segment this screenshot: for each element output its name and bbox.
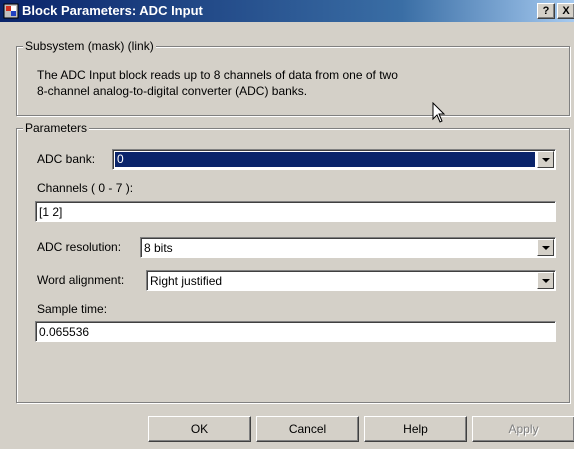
adc-resolution-value: 8 bits	[144, 241, 173, 255]
mouse-pointer-icon	[432, 102, 446, 123]
adc-resolution-select[interactable]: 8 bits	[140, 237, 556, 258]
adc-bank-value: 0	[115, 152, 535, 167]
parameters-legend: Parameters	[23, 121, 90, 135]
word-alignment-value: Right justified	[150, 274, 223, 288]
chevron-down-icon[interactable]	[537, 151, 554, 168]
chevron-down-icon[interactable]	[537, 239, 554, 256]
description-line-1: The ADC Input block reads up to 8 channe…	[37, 68, 398, 82]
word-alignment-select[interactable]: Right justified	[146, 270, 556, 291]
subsystem-legend: Subsystem (mask) (link)	[23, 39, 156, 53]
subsystem-group: Subsystem (mask) (link) The ADC Input bl…	[16, 39, 570, 116]
window-title: Block Parameters: ADC Input	[22, 3, 203, 18]
block-description: The ADC Input block reads up to 8 channe…	[37, 67, 398, 99]
title-bar[interactable]: Block Parameters: ADC Input ? X	[0, 0, 574, 22]
simulink-block-icon[interactable]	[3, 3, 19, 19]
ok-button[interactable]: OK	[148, 416, 251, 442]
cancel-button[interactable]: Cancel	[256, 416, 359, 442]
chevron-down-icon[interactable]	[537, 272, 554, 289]
sample-time-input[interactable]: 0.065536	[35, 321, 556, 342]
sample-time-label: Sample time:	[37, 302, 108, 316]
channels-value: [1 2]	[39, 205, 63, 219]
word-alignment-label: Word alignment:	[37, 273, 125, 287]
close-button[interactable]: X	[557, 3, 574, 19]
context-help-button[interactable]: ?	[537, 3, 555, 19]
adc-bank-label: ADC bank:	[37, 152, 96, 166]
adc-resolution-label: ADC resolution:	[37, 240, 122, 254]
sample-time-value: 0.065536	[39, 325, 90, 339]
apply-button[interactable]: Apply	[472, 416, 574, 442]
help-button[interactable]: Help	[364, 416, 467, 442]
adc-bank-select[interactable]: 0	[112, 149, 556, 170]
description-line-2: 8-channel analog-to-digital converter (A…	[37, 84, 308, 98]
channels-label: Channels ( 0 - 7 ):	[37, 181, 134, 195]
channels-input[interactable]: [1 2]	[35, 201, 556, 222]
